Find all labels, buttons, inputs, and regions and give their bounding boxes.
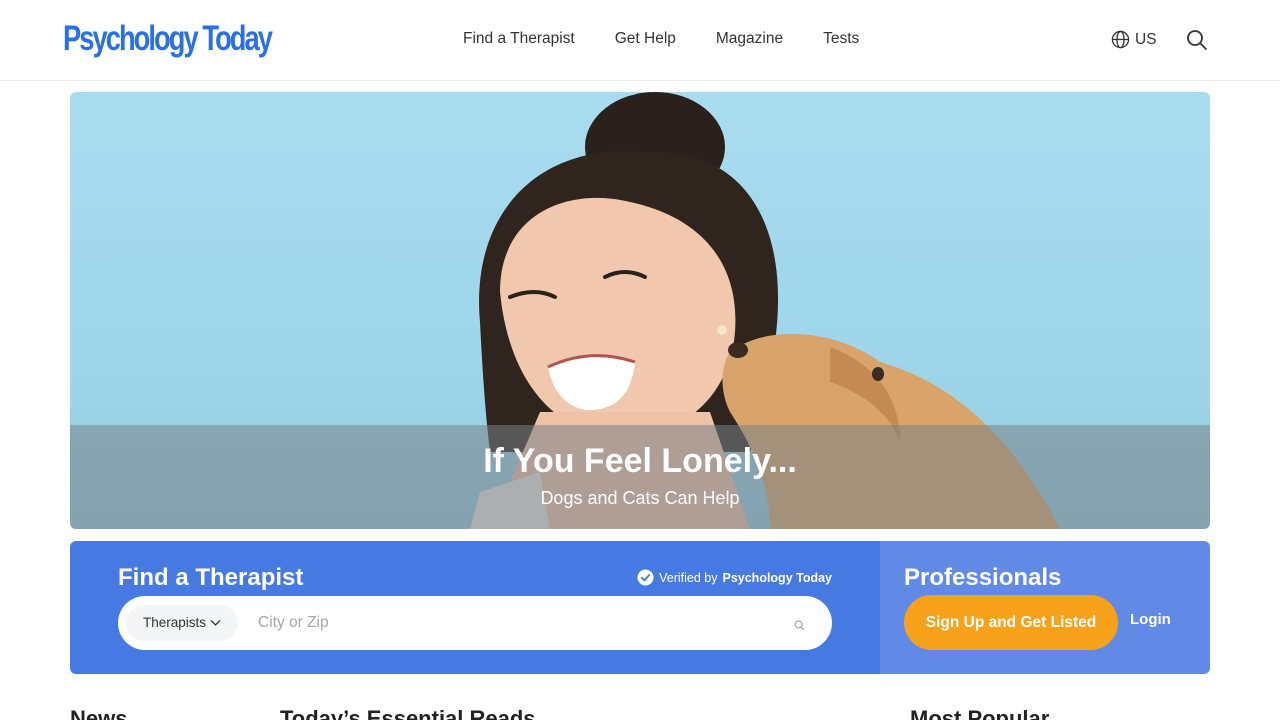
- verified-prefix: Verified by: [659, 570, 718, 585]
- professionals-title: Professionals: [904, 564, 1062, 591]
- globe-icon: [1111, 30, 1130, 49]
- header-search-button[interactable]: [1186, 29, 1208, 56]
- verified-badge: Verified by Psychology Today: [637, 569, 832, 586]
- provider-type-select[interactable]: Therapists: [126, 605, 239, 641]
- main-nav: Find a Therapist Get Help Magazine Tests: [463, 28, 859, 50]
- nav-find-therapist[interactable]: Find a Therapist: [463, 28, 575, 50]
- provider-type-value: Therapists: [143, 615, 207, 630]
- site-logo[interactable]: Psychology Today: [63, 18, 273, 60]
- location-search-button[interactable]: [794, 618, 805, 636]
- hero-subtitle: Dogs and Cats Can Help: [540, 488, 740, 508]
- site-header: Psychology Today Find a Therapist Get He…: [0, 0, 1280, 81]
- nav-magazine[interactable]: Magazine: [716, 28, 783, 50]
- nav-get-help[interactable]: Get Help: [615, 28, 676, 50]
- professionals-panel: Professionals Sign Up and Get Listed Log…: [880, 541, 1210, 674]
- region-selector[interactable]: US: [1111, 30, 1157, 49]
- section-heading-news: News: [70, 706, 128, 720]
- hero-title[interactable]: If You Feel Lonely...: [70, 440, 1210, 482]
- find-therapist-title: Find a Therapist: [118, 564, 304, 591]
- login-link[interactable]: Login: [1130, 611, 1171, 628]
- city-or-zip-input[interactable]: [258, 609, 778, 637]
- check-circle-icon: [637, 569, 654, 586]
- signup-button[interactable]: Sign Up and Get Listed: [904, 595, 1118, 650]
- section-heading-most-popular: Most Popular: [910, 706, 1050, 720]
- search-icon: [794, 620, 805, 631]
- nav-tests[interactable]: Tests: [823, 28, 859, 50]
- search-icon: [1187, 30, 1207, 50]
- verified-brand: Psychology Today: [722, 570, 832, 585]
- section-heading-essential-reads: Today’s Essential Reads: [280, 706, 536, 720]
- chevron-down-icon: [210, 620, 221, 626]
- hero-banner[interactable]: If You Feel Lonely... Dogs and Cats Can …: [70, 92, 1210, 529]
- find-therapist-panel: Find a Therapist Verified by Psychology …: [70, 541, 880, 674]
- therapist-search-bar: Therapists: [118, 596, 832, 650]
- region-label: US: [1135, 30, 1157, 48]
